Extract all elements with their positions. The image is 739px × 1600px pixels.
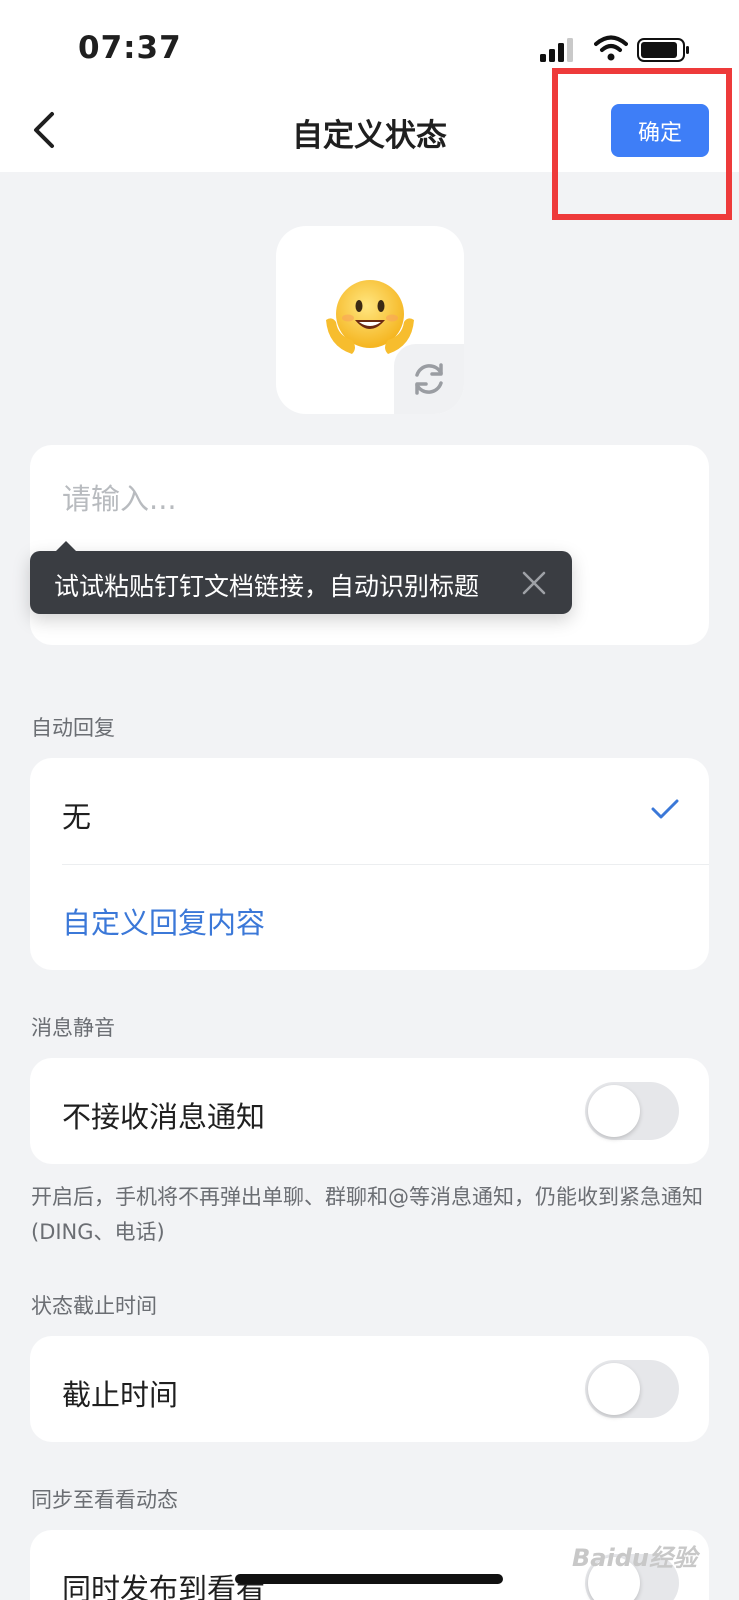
- status-time: 07:37: [78, 30, 182, 66]
- highlight-annotation: [552, 68, 732, 220]
- mute-helper-text: 开启后，手机将不再弹出单聊、群聊和@等消息通知，仍能收到紧急通知(DING、电话…: [31, 1185, 703, 1244]
- home-indicator: [235, 1574, 503, 1584]
- custom-reply-link[interactable]: 自定义回复内容: [62, 900, 265, 942]
- refresh-icon: [415, 363, 443, 395]
- mute-card: 不接收消息通知: [30, 1058, 709, 1164]
- mute-section-label: 消息静音: [31, 1016, 115, 1040]
- auto-reply-option-none[interactable]: 无: [30, 758, 709, 864]
- tooltip-text: 试试粘贴钉钉文档链接，自动识别标题: [54, 572, 480, 601]
- checkmark-icon: [651, 799, 679, 819]
- status-text-input[interactable]: [62, 475, 662, 523]
- watermark: Baidu经验: [572, 1544, 697, 1572]
- deadline-section-label: 状态截止时间: [31, 1294, 157, 1318]
- mute-toggle[interactable]: [585, 1082, 679, 1140]
- toggle-knob: [588, 1085, 640, 1137]
- deadline-row-label: 截止时间: [62, 1378, 179, 1412]
- close-icon[interactable]: [520, 569, 548, 597]
- sync-row-label: 同时发布到看看: [62, 1572, 266, 1600]
- option-label: 无: [62, 800, 92, 834]
- cellular-signal-icon: [540, 38, 573, 62]
- status-input-card: [30, 445, 709, 645]
- wifi-icon: [594, 35, 628, 61]
- mute-row-label: 不接收消息通知: [62, 1100, 266, 1134]
- toggle-knob: [588, 1363, 640, 1415]
- sync-section-label: 同步至看看动态: [31, 1488, 178, 1512]
- deadline-card: 截止时间: [30, 1336, 709, 1442]
- auto-reply-section-label: 自动回复: [31, 716, 115, 740]
- auto-reply-card: 无 自定义回复内容: [30, 758, 709, 970]
- deadline-toggle[interactable]: [585, 1360, 679, 1418]
- refresh-emoji-button[interactable]: [394, 344, 464, 414]
- paste-hint-tooltip: 试试粘贴钉钉文档链接，自动识别标题: [30, 541, 572, 614]
- status-emoji-card[interactable]: [276, 226, 464, 414]
- divider: [62, 864, 709, 865]
- battery-icon: [637, 38, 689, 62]
